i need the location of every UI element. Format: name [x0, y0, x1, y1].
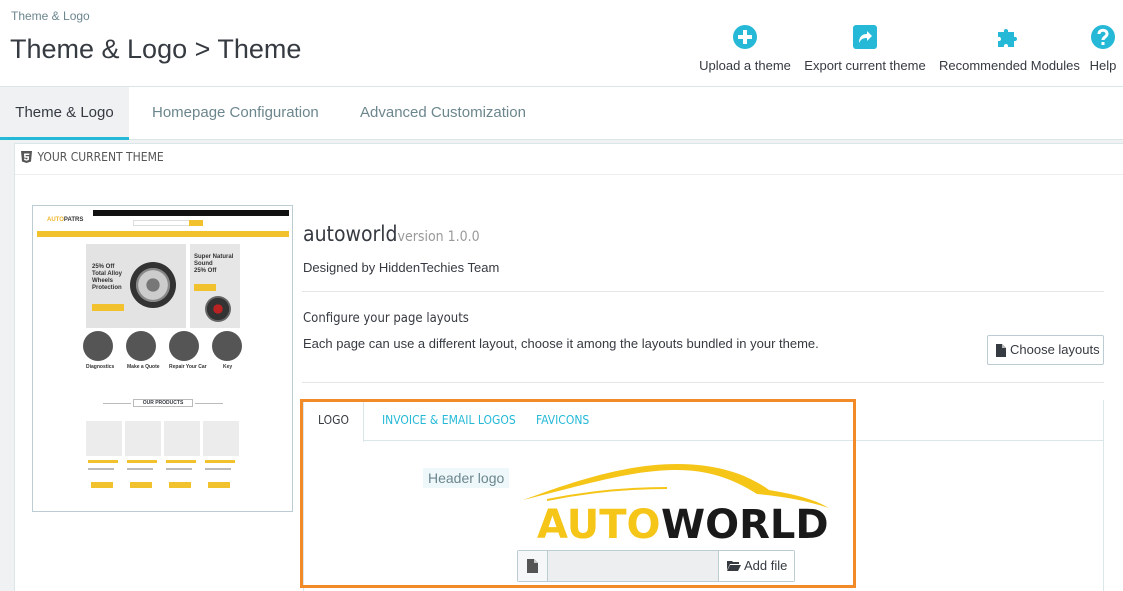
- tab-homepage-configuration[interactable]: Homepage Configuration: [152, 87, 319, 140]
- preview-logo: AUTOPATRS: [47, 217, 84, 223]
- add-file-label: Add file: [744, 558, 788, 573]
- header-logo-label: Header logo: [423, 468, 510, 488]
- tab-advanced-customization[interactable]: Advanced Customization: [360, 87, 526, 140]
- logo-text-world: WORLD: [661, 502, 829, 542]
- panel-heading-text: YOUR CURRENT THEME: [37, 150, 164, 164]
- page-header: Theme & Logo Theme & Logo > Theme Upload…: [0, 0, 1123, 87]
- file-icon: [996, 344, 1006, 357]
- divider: [302, 382, 1104, 383]
- export-theme-button[interactable]: Export current theme: [803, 24, 927, 73]
- tab-theme-logo[interactable]: Theme & Logo: [0, 87, 129, 140]
- help-button[interactable]: Help: [1087, 24, 1119, 73]
- layouts-title: Configure your page layouts: [303, 311, 469, 326]
- preview-service-label: Make a Quote: [127, 364, 160, 370]
- preview-products-heading: OUR PRODUCTS: [133, 399, 193, 407]
- recommended-modules-label: Recommended Modules: [939, 58, 1080, 73]
- preview-speaker: [205, 296, 231, 322]
- theme-name-text: autoworld: [303, 222, 398, 246]
- preview-service-label: Repair Your Car: [169, 364, 207, 370]
- puzzle-icon: [998, 29, 1017, 47]
- layouts-description: Each page can use a different layout, ch…: [303, 336, 819, 351]
- html5-icon: [21, 151, 32, 163]
- export-theme-label: Export current theme: [804, 58, 926, 73]
- recommended-modules-button[interactable]: Recommended Modules: [939, 24, 1080, 73]
- preview-product: [164, 421, 200, 456]
- preview-product: [203, 421, 239, 456]
- page-title: Theme & Logo > Theme: [10, 34, 302, 64]
- help-label: Help: [1089, 58, 1117, 73]
- folder-open-icon: [727, 561, 741, 571]
- preview-service-label: Key: [223, 364, 233, 370]
- autoworld-logo-image: AUTO WORLD: [523, 464, 829, 542]
- file-name-field[interactable]: [548, 551, 718, 581]
- upload-theme-label: Upload a theme: [699, 58, 791, 73]
- upload-theme-button[interactable]: Upload a theme: [699, 24, 791, 73]
- theme-author: Designed by HiddenTechies Team: [303, 260, 500, 275]
- theme-preview-image: AUTOPATRS 25% Off Total Alloy Wheels Prot…: [32, 205, 293, 512]
- main-tabs: Theme & Logo Homepage Configuration Adva…: [0, 87, 1123, 140]
- preview-topbar: [93, 210, 289, 216]
- panel-heading: YOUR CURRENT THEME: [15, 144, 1123, 175]
- preview-nav: [37, 231, 289, 237]
- breadcrumb[interactable]: Theme & Logo: [11, 9, 90, 23]
- preview-service: [83, 331, 113, 361]
- preview-service-label: Diagnostics: [86, 364, 115, 370]
- choose-layouts-label: Choose layouts: [1010, 342, 1100, 357]
- tab-logo[interactable]: LOGO: [304, 400, 364, 442]
- logo-tabs: LOGO INVOICE & EMAIL LOGOS FAVICONS: [304, 400, 1104, 442]
- file-type-icon: [518, 551, 548, 581]
- preview-wheel: [130, 262, 176, 308]
- file-icon: [527, 559, 538, 573]
- divider: [302, 291, 1104, 292]
- tab-invoice-email-logos[interactable]: INVOICE & EMAIL LOGOS: [382, 400, 516, 441]
- preview-service: [126, 331, 156, 361]
- choose-layouts-button[interactable]: Choose layouts: [987, 335, 1104, 365]
- logo-settings: LOGO INVOICE & EMAIL LOGOS FAVICONS Head…: [303, 400, 1104, 591]
- theme-version: version 1.0.0: [397, 229, 480, 245]
- tab-favicons[interactable]: FAVICONS: [536, 400, 589, 441]
- preview-product: [125, 421, 161, 456]
- preview-product: [86, 421, 122, 456]
- add-file-button[interactable]: Add file: [718, 551, 794, 581]
- preview-service: [212, 331, 242, 361]
- plus-circle-icon: [733, 25, 757, 49]
- share-icon: [853, 25, 877, 49]
- question-circle-icon: [1091, 25, 1115, 49]
- logo-file-input: Add file: [517, 550, 795, 582]
- current-theme-panel: YOUR CURRENT THEME AUTOPATRS 25% Off Tota…: [14, 143, 1123, 591]
- preview-search: [133, 220, 203, 226]
- logo-text-auto: AUTO: [537, 502, 661, 542]
- preview-service: [169, 331, 199, 361]
- theme-name: autoworldversion 1.0.0: [303, 222, 480, 246]
